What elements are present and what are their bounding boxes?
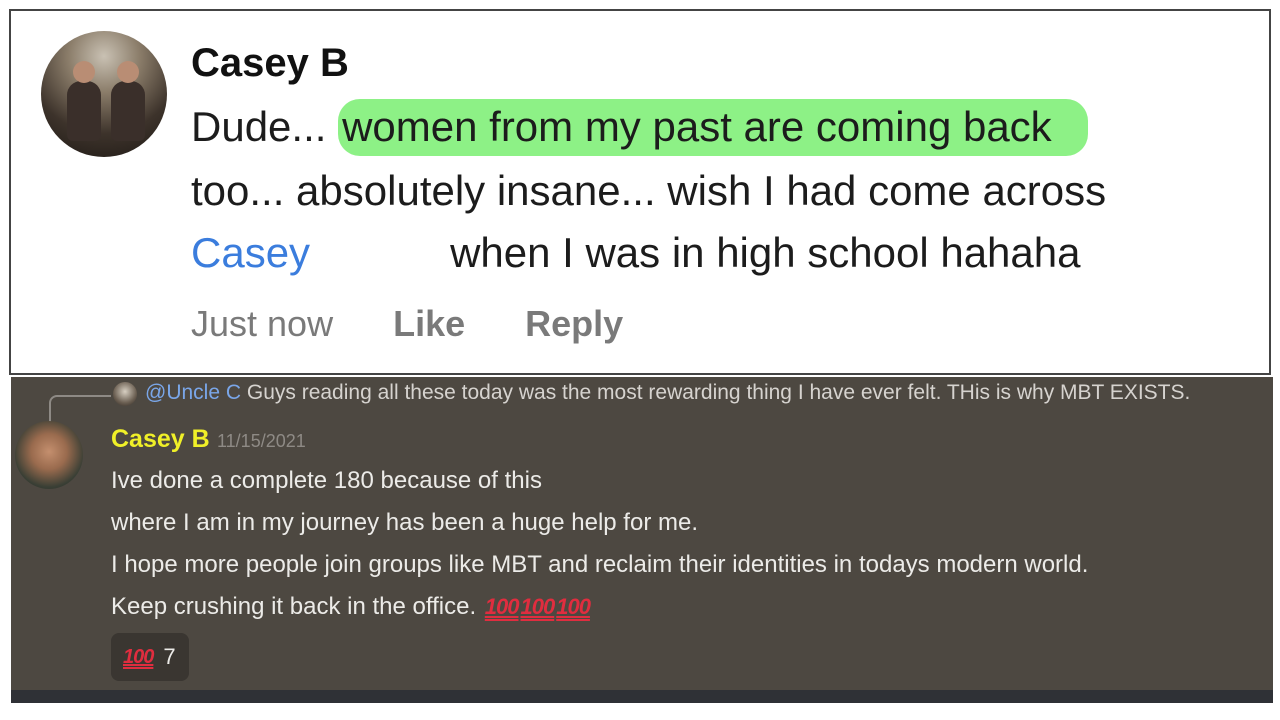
comment-text-line-2: too... absolutely insane... wish I had c… <box>191 167 1107 214</box>
comment-text: Dude... <box>191 103 339 150</box>
comment-text-line-1: Dude... women from my past are coming ba… <box>191 99 1088 156</box>
avatar-face <box>117 61 139 83</box>
highlighted-text: women from my past are coming back <box>338 99 1088 156</box>
reaction-button[interactable]: 100 7 <box>111 633 189 681</box>
message-line: Ive done a complete 180 because of this <box>111 467 542 494</box>
message-line-4: Keep crushing it back in the office. 100… <box>111 593 591 621</box>
reply-button[interactable]: Reply <box>525 303 623 345</box>
avatar-figure <box>67 81 101 141</box>
message-line: I hope more people join groups like MBT … <box>111 551 1089 578</box>
like-button[interactable]: Like <box>393 303 465 345</box>
message-line: where I am in my journey has been a huge… <box>111 509 698 536</box>
comment-text: when I was in high school hahaha <box>450 229 1081 276</box>
comment-actions: Just now Like Reply <box>191 303 673 345</box>
reply-preview[interactable]: @Uncle C Guys reading all these today wa… <box>145 381 1190 405</box>
avatar[interactable] <box>41 31 167 157</box>
message-line: Keep crushing it back in the office. <box>111 593 477 620</box>
reply-avatar[interactable] <box>113 382 137 406</box>
reply-text: Guys reading all these today was the mos… <box>246 381 1191 404</box>
hundred-points-icon: 100 <box>123 645 154 668</box>
hundred-points-icon: 100 <box>484 594 520 619</box>
comment-text-line-3: Casey when I was in high school hahaha <box>191 229 1081 277</box>
discord-message: @Uncle C Guys reading all these today wa… <box>11 377 1273 690</box>
comment-author[interactable]: Casey B <box>191 41 349 86</box>
reaction-count: 7 <box>163 644 176 669</box>
avatar-figure <box>111 81 145 141</box>
hundred-points-icon: 100 <box>556 594 591 619</box>
message-author[interactable]: Casey B <box>111 425 210 454</box>
avatar-face <box>73 61 95 83</box>
comment-timestamp: Just now <box>191 303 334 344</box>
avatar[interactable] <box>15 421 83 489</box>
bottom-bar <box>11 690 1273 703</box>
reply-mention[interactable]: @Uncle C <box>145 381 241 404</box>
comment-card: Casey B Dude... women from my past are c… <box>9 9 1271 375</box>
mention-link[interactable]: Casey <box>191 229 310 276</box>
hundred-points-icon: 100 <box>520 594 556 619</box>
message-timestamp: 11/15/2021 <box>217 431 306 451</box>
